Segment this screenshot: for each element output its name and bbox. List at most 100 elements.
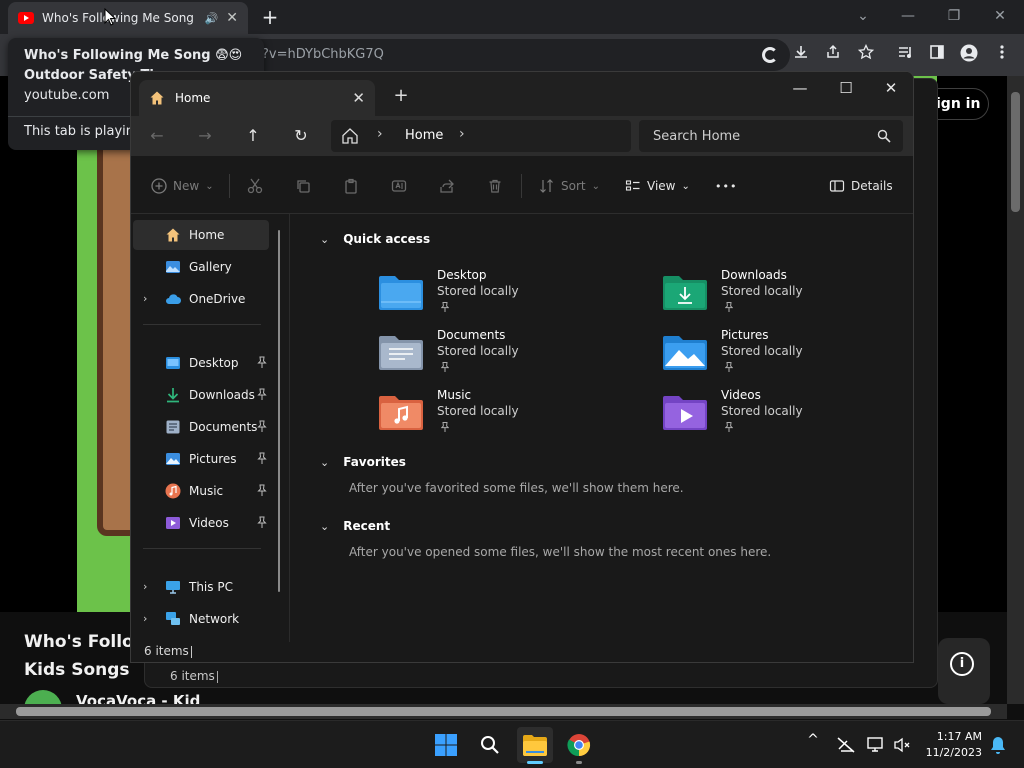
clock-time[interactable]: 1:17 AM bbox=[926, 729, 982, 745]
sort-button[interactable]: Sort ⌄ bbox=[539, 173, 600, 199]
up-button[interactable]: ↑ bbox=[239, 122, 267, 150]
sidebar-item-onedrive[interactable]: › OneDrive bbox=[133, 284, 269, 314]
expand-chevron-icon[interactable]: › bbox=[143, 580, 147, 593]
sidebar-item-pictures[interactable]: Pictures bbox=[133, 444, 269, 474]
chrome-menu-icon[interactable] bbox=[991, 44, 1013, 66]
chrome-close-button[interactable]: ✕ bbox=[986, 4, 1014, 28]
volume-muted-icon[interactable] bbox=[892, 735, 912, 755]
sidebar-scrollbar[interactable] bbox=[278, 230, 280, 592]
quick-access-header[interactable]: ⌄ Quick access bbox=[320, 232, 430, 246]
chrome-tab-close-button[interactable]: ✕ bbox=[226, 10, 238, 26]
sidebar-item-desktop[interactable]: Desktop bbox=[133, 348, 269, 378]
recent-header[interactable]: ⌄ Recent bbox=[320, 519, 390, 533]
quick-access-desktop[interactable]: Desktop Stored locally bbox=[379, 266, 609, 324]
pictures-icon bbox=[166, 453, 180, 465]
collapse-chevron-icon[interactable]: ⌄ bbox=[320, 233, 329, 246]
collapse-chevron-icon[interactable]: ⌄ bbox=[320, 520, 329, 533]
view-button[interactable]: View ⌄ bbox=[625, 173, 690, 199]
speaker-icon[interactable]: 🔊 bbox=[205, 12, 219, 25]
back-button[interactable]: ← bbox=[143, 122, 171, 150]
folder-name: Desktop bbox=[437, 268, 487, 282]
view-list-icon bbox=[625, 180, 640, 191]
pin-icon[interactable] bbox=[257, 388, 267, 400]
explorer-maximize-button[interactable]: ☐ bbox=[823, 74, 869, 102]
explorer-title-bar: Home ✕ + — ☐ ✕ bbox=[131, 72, 913, 116]
address-home-icon[interactable] bbox=[341, 127, 359, 145]
see-more-button[interactable]: ••• bbox=[715, 173, 737, 199]
quick-access-music[interactable]: Music Stored locally bbox=[379, 386, 609, 444]
sidebar-item-this-pc[interactable]: › This PC bbox=[133, 572, 269, 602]
sidebar-item-music[interactable]: Music bbox=[133, 476, 269, 506]
pin-icon[interactable] bbox=[257, 452, 267, 464]
share-icon[interactable] bbox=[822, 44, 844, 66]
media-controls-icon[interactable] bbox=[894, 44, 916, 66]
explorer-new-tab-button[interactable]: + bbox=[389, 84, 413, 108]
chrome-restore-button[interactable]: ❐ bbox=[940, 4, 968, 28]
quick-access-downloads[interactable]: Downloads Stored locally bbox=[663, 266, 893, 324]
folder-name: Music bbox=[437, 388, 472, 402]
quick-access-pictures[interactable]: Pictures Stored locally bbox=[663, 326, 893, 384]
chrome-url-text[interactable]: ?v=hDYbChbKG7Q bbox=[262, 47, 384, 62]
explorer-close-button[interactable]: ✕ bbox=[868, 74, 913, 102]
search-input[interactable] bbox=[639, 120, 903, 152]
forward-button[interactable]: → bbox=[191, 122, 219, 150]
paste-button[interactable] bbox=[343, 173, 359, 199]
taskbar-file-explorer[interactable] bbox=[517, 727, 553, 764]
pin-icon[interactable] bbox=[257, 356, 267, 368]
share-button[interactable] bbox=[439, 173, 455, 199]
breadcrumb-chevron-icon[interactable]: › bbox=[377, 126, 383, 142]
pin-icon[interactable] bbox=[257, 484, 267, 496]
network-disconnected-icon[interactable] bbox=[836, 735, 856, 755]
google-lens-icon[interactable] bbox=[759, 44, 781, 66]
notification-bell-icon[interactable] bbox=[988, 735, 1008, 755]
clock-date[interactable]: 11/2/2023 bbox=[916, 745, 982, 761]
breadcrumb-chevron-end-icon[interactable]: › bbox=[459, 126, 465, 142]
taskbar-chrome[interactable] bbox=[561, 727, 597, 764]
expand-chevron-icon[interactable]: › bbox=[143, 292, 147, 305]
profile-icon[interactable] bbox=[958, 44, 980, 66]
explorer-tab-home[interactable]: Home ✕ bbox=[139, 80, 375, 116]
pin-icon[interactable] bbox=[257, 516, 267, 528]
pin-icon[interactable] bbox=[257, 420, 267, 432]
cut-button[interactable] bbox=[247, 173, 263, 199]
video-info-button[interactable]: i bbox=[938, 638, 990, 704]
page-vertical-scrollbar[interactable] bbox=[1007, 76, 1024, 704]
chrome-minimize-button[interactable]: — bbox=[894, 4, 922, 28]
delete-button[interactable] bbox=[487, 173, 503, 199]
refresh-button[interactable]: ↻ bbox=[287, 122, 315, 150]
explorer-tab-close-button[interactable]: ✕ bbox=[352, 89, 365, 107]
bookmark-star-icon[interactable] bbox=[855, 43, 877, 66]
display-icon[interactable] bbox=[866, 735, 886, 755]
rename-button[interactable] bbox=[391, 173, 407, 199]
tray-overflow-chevron-icon[interactable]: ^ bbox=[803, 732, 823, 752]
network-icon bbox=[166, 612, 180, 625]
page-horizontal-scrollbar[interactable] bbox=[0, 704, 1007, 719]
side-panel-icon[interactable] bbox=[926, 44, 948, 66]
sidebar-item-gallery[interactable]: Gallery bbox=[133, 252, 269, 282]
details-pane-button[interactable]: Details bbox=[829, 173, 893, 199]
sidebar-item-documents[interactable]: Documents bbox=[133, 412, 269, 442]
chrome-new-tab-button[interactable]: + bbox=[258, 5, 282, 29]
folder-status: Stored locally bbox=[721, 284, 803, 298]
sidebar-item-downloads[interactable]: Downloads bbox=[133, 380, 269, 410]
favorites-header[interactable]: ⌄ Favorites bbox=[320, 455, 406, 469]
taskbar-search-button[interactable] bbox=[472, 727, 508, 763]
quick-access-videos[interactable]: Videos Stored locally bbox=[663, 386, 893, 444]
folder-name: Downloads bbox=[721, 268, 787, 282]
install-icon[interactable] bbox=[790, 44, 812, 66]
sidebar-item-network[interactable]: › Network bbox=[133, 604, 269, 634]
quick-access-documents[interactable]: Documents Stored locally bbox=[379, 326, 609, 384]
expand-chevron-icon[interactable]: › bbox=[143, 612, 147, 625]
sidebar-item-videos[interactable]: Videos bbox=[133, 508, 269, 538]
chrome-tab-youtube[interactable]: Who's Following Me Song 😨😍 🔊 ✕ bbox=[8, 2, 248, 34]
chrome-tab-search-button[interactable]: ⌄ bbox=[849, 4, 877, 28]
sidebar-item-label: Gallery bbox=[189, 260, 232, 274]
breadcrumb-home[interactable]: Home bbox=[405, 128, 443, 143]
collapse-chevron-icon[interactable]: ⌄ bbox=[320, 456, 329, 469]
start-button[interactable] bbox=[428, 727, 464, 763]
new-button[interactable]: New ⌄ bbox=[151, 173, 214, 199]
copy-button[interactable] bbox=[295, 173, 311, 199]
address-bar[interactable]: › Home › bbox=[331, 120, 631, 152]
explorer-minimize-button[interactable]: — bbox=[777, 74, 823, 102]
sidebar-item-home[interactable]: Home bbox=[133, 220, 269, 250]
